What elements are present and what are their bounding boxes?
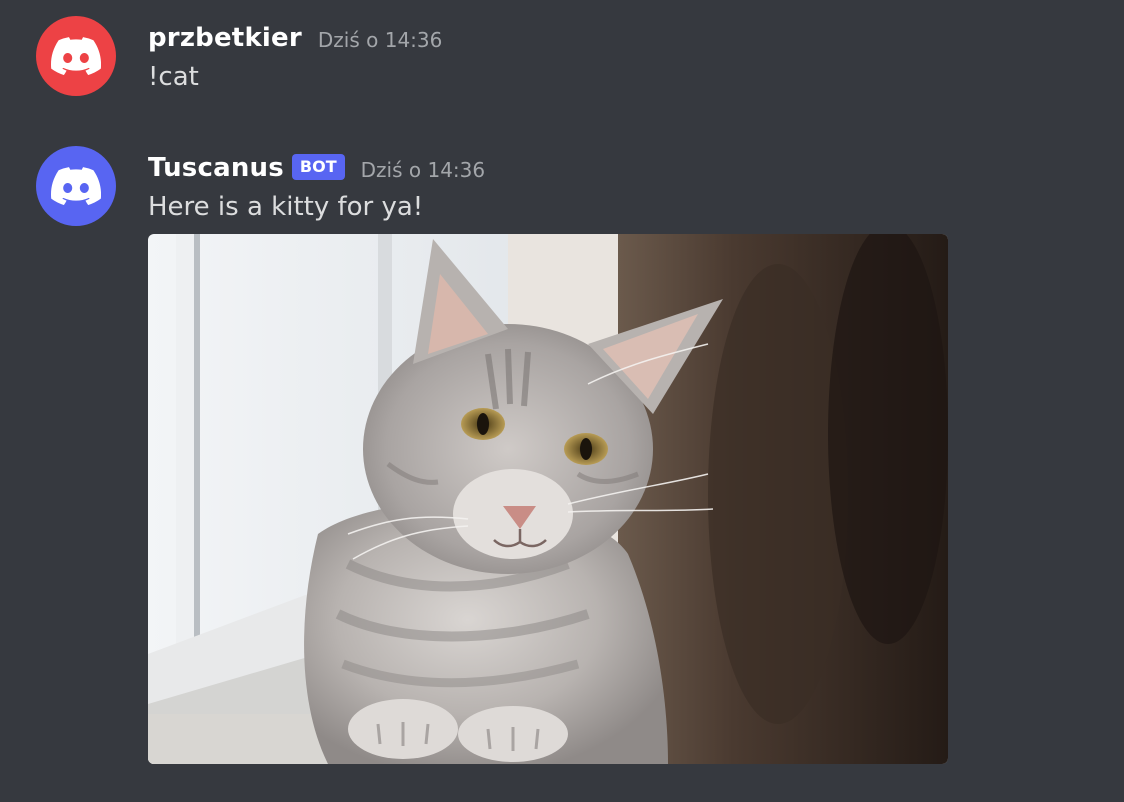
timestamp: Dziś o 14:36 bbox=[360, 158, 486, 182]
message-content: Here is a kitty for ya! bbox=[148, 192, 424, 222]
chat-messages: przbetkier Dziś o 14:36 !cat Tuscanus BO… bbox=[0, 0, 1124, 802]
discord-logo-icon bbox=[51, 167, 101, 205]
discord-logo-icon bbox=[51, 37, 101, 75]
cat-photo bbox=[148, 234, 948, 764]
message-header: Tuscanus BOT Dziś o 14:36 bbox=[148, 150, 485, 186]
avatar[interactable] bbox=[36, 146, 116, 226]
username[interactable]: Tuscanus bbox=[148, 153, 284, 183]
image-attachment[interactable] bbox=[148, 234, 948, 764]
message-header: przbetkier Dziś o 14:36 bbox=[148, 20, 442, 56]
username[interactable]: przbetkier bbox=[148, 23, 302, 53]
timestamp: Dziś o 14:36 bbox=[317, 28, 443, 52]
avatar[interactable] bbox=[36, 16, 116, 96]
message-content: !cat bbox=[148, 62, 199, 92]
bot-badge: BOT bbox=[291, 154, 345, 180]
